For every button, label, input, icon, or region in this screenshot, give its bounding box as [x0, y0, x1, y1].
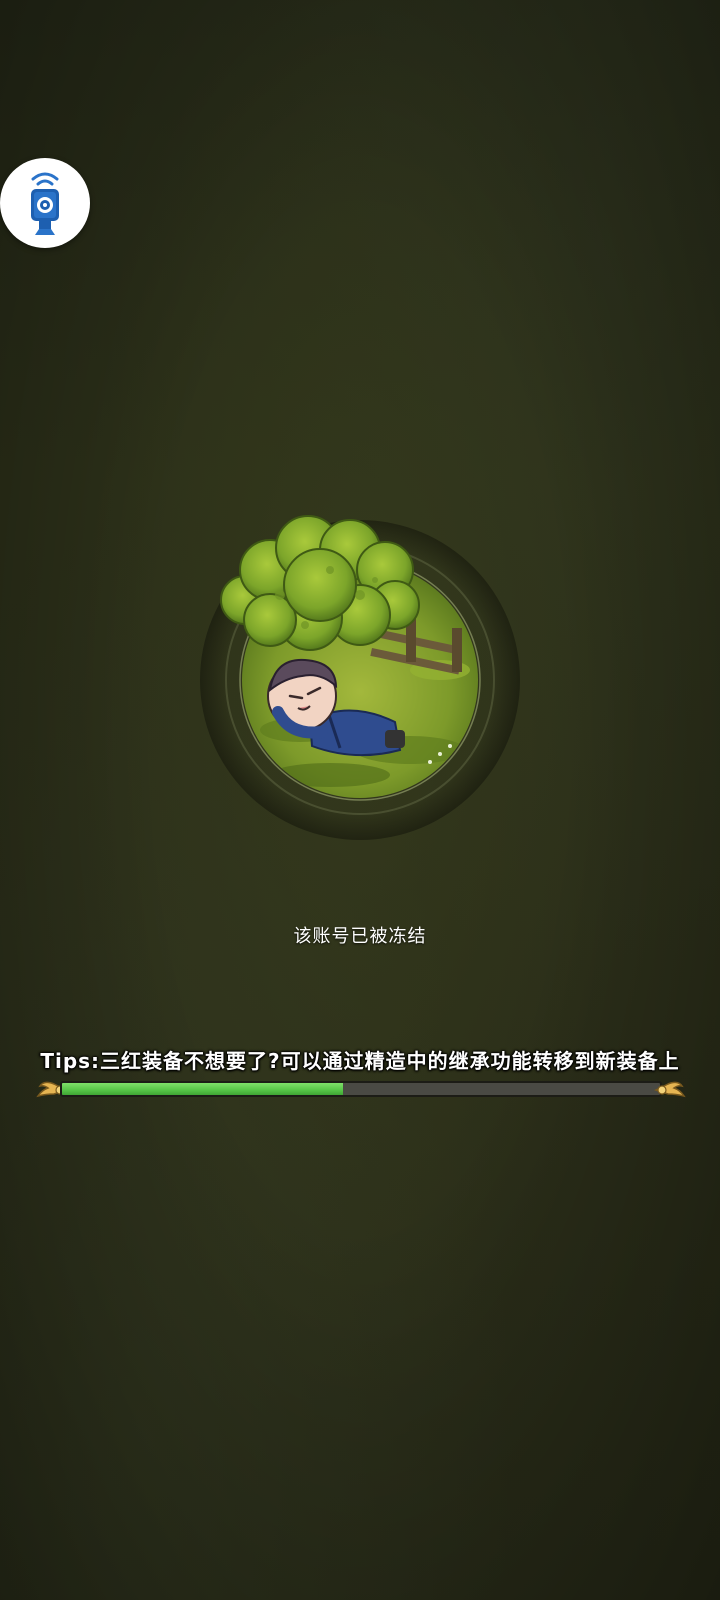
assistant-device-icon — [31, 172, 59, 235]
sleeping-character-illustration — [220, 515, 481, 801]
loading-emblem — [190, 500, 530, 840]
progress-fill — [62, 1083, 344, 1095]
account-frozen-message: 该账号已被冻结 — [293, 926, 427, 947]
loading-tip: Tips:三红装备不想要了?可以通过精造中的继承功能转移到新装备上 — [40, 1049, 680, 1073]
loading-screen: 该账号已被冻结 Tips:三红装备不想要了?可以通过精造中的继承功能转移到新装备… — [0, 0, 720, 1600]
right-ornament-icon — [654, 1081, 686, 1098]
loading-progress-bar — [36, 1076, 686, 1104]
progress-track — [60, 1081, 662, 1097]
floating-assistant-button[interactable] — [0, 158, 90, 248]
